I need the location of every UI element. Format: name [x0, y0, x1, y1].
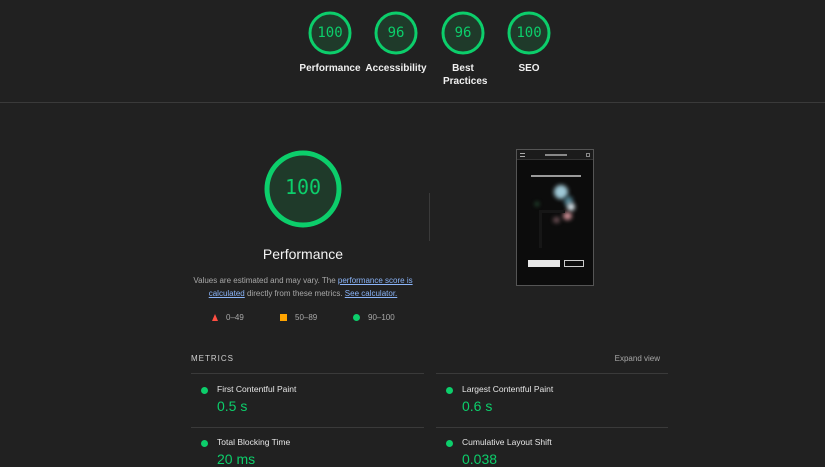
- performance-description: Values are estimated and may vary. The p…: [180, 274, 426, 300]
- menu-icon: [520, 153, 525, 157]
- gauge-performance[interactable]: 100 Performance: [295, 10, 365, 75]
- pass-circle-icon: [201, 387, 208, 394]
- gauge-ring: 100: [506, 10, 552, 56]
- metric-name: Largest Contentful Paint: [462, 384, 554, 394]
- legend-pass: 90–100: [353, 313, 395, 322]
- thumbnail-secondary-button: [564, 260, 584, 267]
- legend-average-label: 50–89: [295, 313, 318, 322]
- desc-text: directly from these metrics.: [244, 289, 345, 298]
- gauge-ring: 100: [307, 10, 353, 56]
- section-divider: [429, 193, 430, 241]
- thumbnail-image: [535, 202, 539, 206]
- legend-average: 50–89: [280, 313, 317, 322]
- metric-value: 0.038: [462, 451, 498, 467]
- legend-fail: 0–49: [212, 313, 244, 322]
- thumbnail-primary-button: [528, 260, 560, 267]
- cart-icon: [586, 153, 590, 157]
- metrics-divider: [436, 427, 668, 428]
- see-calculator-link[interactable]: See calculator.: [345, 289, 397, 298]
- metric-value: 0.5 s: [217, 398, 248, 414]
- gauge-score: 96: [454, 25, 472, 41]
- gauge-score: 96: [387, 25, 405, 41]
- metrics-divider: [191, 373, 424, 374]
- metric-value: 20 ms: [217, 451, 256, 467]
- thumbnail-image: [567, 203, 575, 211]
- thumbnail-background-shape: [539, 210, 565, 248]
- gauge-best-practices[interactable]: 96 Best Practices: [428, 10, 498, 88]
- page-screenshot-thumbnail[interactable]: [516, 149, 594, 286]
- logo: [545, 154, 567, 156]
- pass-circle-icon: [201, 440, 208, 447]
- metric-value: 0.6 s: [462, 398, 493, 414]
- gauge-label: Performance: [299, 63, 361, 74]
- gauge-ring: 96: [440, 10, 486, 56]
- gauge-accessibility[interactable]: 96 Accessibility: [361, 10, 431, 75]
- pass-circle-icon: [446, 440, 453, 447]
- expand-view-toggle[interactable]: Expand view: [560, 354, 660, 363]
- pass-circle-icon: [446, 387, 453, 394]
- performance-title: Performance: [262, 246, 344, 262]
- gauge-label: Accessibility: [365, 63, 427, 74]
- metrics-divider: [191, 427, 424, 428]
- metric-name: Total Blocking Time: [217, 437, 291, 447]
- legend-fail-label: 0–49: [226, 313, 244, 322]
- metric-name: First Contentful Paint: [217, 384, 297, 394]
- gauge-ring: 96: [373, 10, 419, 56]
- circle-icon: [353, 314, 360, 321]
- metric-name: Cumulative Layout Shift: [462, 437, 552, 447]
- thumbnail-heading: [531, 175, 581, 177]
- metrics-heading: METRICS: [191, 354, 234, 363]
- gauge-seo[interactable]: 100 SEO: [494, 10, 564, 75]
- gauge-label: Best Practices: [443, 63, 488, 87]
- legend-pass-label: 90–100: [368, 313, 395, 322]
- triangle-icon: [212, 314, 218, 321]
- desc-text: Values are estimated and may vary. The: [193, 276, 338, 285]
- gauge-score: 100: [516, 25, 542, 41]
- performance-gauge: 100: [262, 148, 344, 230]
- thumbnail-nav-bar: [517, 150, 593, 160]
- square-icon: [280, 314, 287, 321]
- performance-score: 100: [284, 175, 322, 199]
- category-summary: 100 Performance 96 Accessibility 96 Best…: [0, 0, 825, 103]
- gauge-score: 100: [317, 25, 343, 41]
- gauge-label: SEO: [518, 63, 540, 74]
- metrics-divider: [436, 373, 668, 374]
